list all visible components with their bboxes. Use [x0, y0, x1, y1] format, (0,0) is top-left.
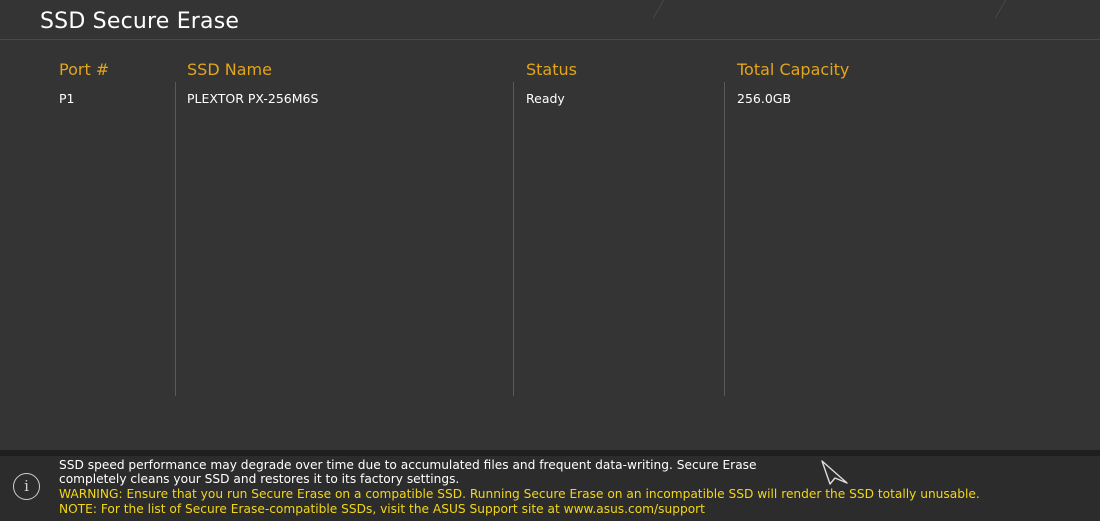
- column-header-status: Status: [526, 60, 577, 79]
- column-header-total-capacity: Total Capacity: [737, 60, 850, 79]
- help-note: NOTE: For the list of Secure Erase-compa…: [59, 502, 705, 516]
- info-icon: i: [13, 473, 40, 500]
- help-description-line1: SSD speed performance may degrade over t…: [59, 458, 757, 472]
- column-header-ssd-name: SSD Name: [187, 60, 272, 79]
- title-decoration: [652, 0, 665, 18]
- help-bar: i SSD speed performance may degrade over…: [0, 450, 1100, 521]
- column-divider: [175, 82, 176, 396]
- cell-port: P1: [59, 91, 75, 106]
- mouse-cursor-icon: [821, 460, 848, 485]
- column-divider: [513, 82, 514, 396]
- help-warning: WARNING: Ensure that you run Secure Eras…: [59, 487, 980, 501]
- help-description-line2: completely cleans your SSD and restores …: [59, 472, 460, 486]
- cell-total-capacity: 256.0GB: [737, 91, 792, 106]
- title-bar: SSD Secure Erase: [0, 0, 1100, 40]
- ssd-secure-erase-window: SSD Secure Erase Port # SSD Name Status …: [0, 0, 1100, 521]
- title-decoration: [994, 0, 1007, 18]
- column-divider: [724, 82, 725, 396]
- cell-status: Ready: [526, 91, 565, 106]
- page-title: SSD Secure Erase: [40, 9, 240, 34]
- column-header-port: Port #: [59, 60, 110, 79]
- cell-ssd-name: PLEXTOR PX-256M6S: [187, 91, 319, 106]
